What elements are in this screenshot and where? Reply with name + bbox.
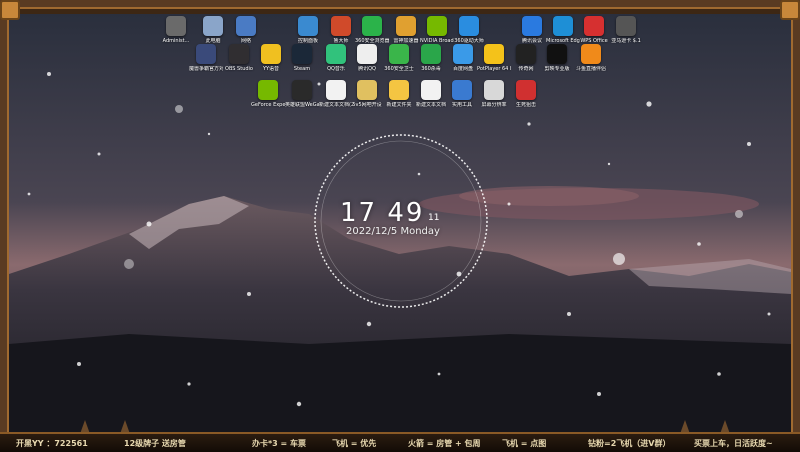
desktop-icon[interactable]: 360安全卫士 — [382, 44, 416, 72]
frame-corner-top-left — [0, 0, 20, 20]
desktop-icon[interactable]: 新建文件夹 — [382, 80, 416, 108]
desktop-icon[interactable]: 英雄联盟WeGame — [285, 80, 319, 108]
desktop-icon[interactable]: 屏幕分辨率 — [477, 80, 511, 108]
desktop-icon[interactable]: 生死狙击 — [509, 80, 543, 108]
ticker-plane: 飞机 = 优先 — [332, 439, 377, 448]
desktop-icon[interactable]: 实用工具 — [445, 80, 479, 108]
desktop-icon[interactable]: NVIDIA Broadcast — [420, 16, 454, 44]
desktop-icon[interactable]: 斗鱼直播伴侣 — [574, 44, 608, 72]
ticker-fans: 钻粉=2飞机（进V群） — [588, 439, 671, 448]
desktop-icon[interactable]: 亚马逊卡 $.1 — [609, 16, 643, 44]
desktop-icon[interactable]: 360驱动大师 — [452, 16, 486, 44]
desktop-icon[interactable]: 新建文本文档(2) — [319, 80, 353, 108]
desktop-icon[interactable]: 360安全浏览器 — [355, 16, 389, 44]
frame-corner-top-right — [780, 0, 800, 20]
desktop-icon[interactable]: 魔兽争霸官方对战平台 — [189, 44, 223, 72]
desktop-icon[interactable]: Steam — [285, 44, 319, 72]
ticker-rocket: 火箭 = 房管 + 包周 — [408, 439, 481, 448]
desktop-icon[interactable]: 控制面板 — [291, 16, 325, 44]
ticker-badge: 12级牌子 送房管 — [124, 439, 186, 448]
desktop-icon[interactable]: 腾讯会议 — [515, 16, 549, 44]
desktop-icon[interactable]: 360杀毒 — [414, 44, 448, 72]
desktop-icon[interactable]: 剪映专业版 — [540, 44, 574, 72]
desktop-icon[interactable]: OBS Studio — [222, 44, 256, 72]
desktop-icon[interactable]: WPS Office — [577, 16, 611, 44]
desktop-icon[interactable]: GeForce Experience — [251, 80, 285, 108]
desktop-icon[interactable]: 腾讯QQ — [350, 44, 384, 72]
desktop-icon[interactable]: Microsoft Edge — [546, 16, 580, 44]
desktop-icon[interactable]: YY语音 — [254, 44, 288, 72]
desktop-icon[interactable]: 此电脑 — [196, 16, 230, 44]
desktop-icon[interactable]: 5v5网吧开设 — [350, 80, 384, 108]
desktop-icon[interactable]: 百度网盘 — [446, 44, 480, 72]
desktop-icon[interactable]: 新建文本文档 — [414, 80, 448, 108]
desktop-icon[interactable]: 传奇网 — [509, 44, 543, 72]
clock-date: 2022/12/5 Monday — [346, 226, 440, 237]
stream-ticker-bar: 开黑YY ：722561 12级牌子 送房管 办卡*3 = 车票 飞机 = 优先… — [0, 432, 800, 452]
desktop-icon[interactable]: Administ... — [159, 16, 193, 44]
ticker-yy: 开黑YY ：722561 — [16, 439, 88, 448]
desktop-icon[interactable]: 雷神加速器 — [389, 16, 423, 44]
ticker-ticket: 买票上车，日活跃度~ — [694, 439, 773, 448]
desktop-icon[interactable]: QQ音乐 — [319, 44, 353, 72]
clock-seconds: 11 — [428, 213, 440, 223]
desktop-icon[interactable]: PotPlayer 64 bit — [477, 44, 511, 72]
clock-time: 17 49 — [340, 198, 425, 228]
desktop-icon[interactable]: 网络 — [229, 16, 263, 44]
desktop-icons: Administ... 此电脑 网络 控制面板 鲁大师 360安全浏览器 雷神加… — [9, 14, 791, 134]
desktop-icon[interactable]: 鲁大师 — [324, 16, 358, 44]
ticker-plane-map: 飞机 = 点图 — [502, 439, 547, 448]
ticker-card: 办卡*3 = 车票 — [252, 439, 307, 448]
